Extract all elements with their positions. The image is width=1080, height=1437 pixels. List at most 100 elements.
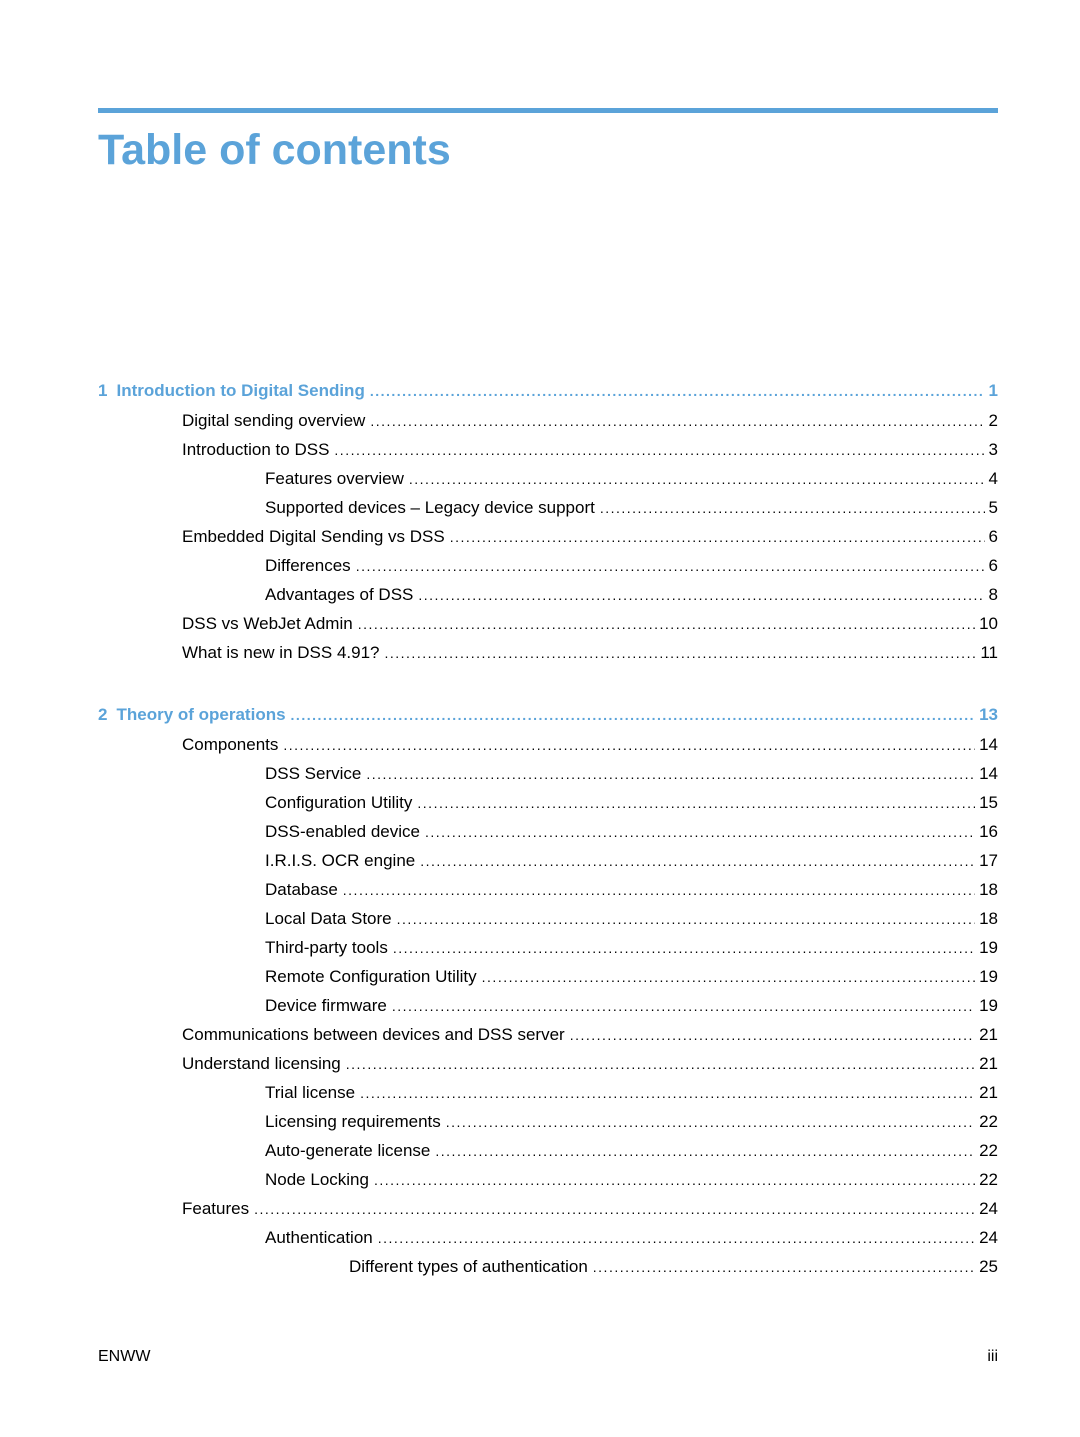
toc-dot-leader — [370, 376, 985, 406]
toc-entry-link[interactable]: DSS Service 14 — [98, 759, 998, 788]
toc-dot-leader — [283, 731, 975, 759]
toc-page-number: 6 — [988, 556, 998, 575]
toc-chapter-number: 1 — [98, 381, 108, 400]
toc-entry-title: Different types of authentication — [349, 1257, 588, 1276]
toc-entry-title: Remote Configuration Utility — [265, 967, 477, 986]
toc-dot-leader — [397, 905, 975, 933]
toc-page-number: 19 — [979, 996, 998, 1015]
toc-entry-link[interactable]: Auto-generate license 22 — [98, 1136, 998, 1165]
toc-page-number: 4 — [988, 469, 998, 488]
toc-entry-link[interactable]: Introduction to DSS 3 — [98, 435, 998, 464]
toc-dot-leader — [570, 1021, 975, 1049]
toc-dot-leader — [378, 1224, 975, 1252]
toc-page-number: 14 — [979, 735, 998, 754]
toc-dot-leader — [425, 818, 975, 846]
toc-dot-leader — [593, 1253, 975, 1281]
toc-entry-link[interactable]: Trial license 21 — [98, 1078, 998, 1107]
toc-dot-leader — [450, 523, 985, 551]
toc-page-number: 22 — [979, 1170, 998, 1189]
toc-page-number: 15 — [979, 793, 998, 812]
toc-dot-leader — [334, 436, 984, 464]
toc-entry-link[interactable]: I.R.I.S. OCR engine 17 — [98, 846, 998, 875]
toc-chapter-title: 2 Theory of operations — [98, 700, 291, 730]
toc-entry-link[interactable]: Supported devices – Legacy device suppor… — [98, 493, 998, 522]
toc-dot-leader — [358, 610, 975, 638]
toc-dot-leader — [360, 1079, 975, 1107]
toc-entry-link[interactable]: Advantages of DSS 8 — [98, 580, 998, 609]
toc-entry-link[interactable]: Components 14 — [98, 730, 998, 759]
toc-chapter-label: Theory of operations — [116, 705, 286, 724]
toc-dot-leader — [366, 760, 975, 788]
toc-chapter-link[interactable]: 1 Introduction to Digital Sending 1 — [98, 376, 998, 406]
toc-entry-title: Differences — [265, 556, 351, 575]
toc-entry-title: Device firmware — [265, 996, 387, 1015]
toc-dot-leader — [600, 494, 985, 522]
toc-dot-leader — [343, 876, 975, 904]
toc-entry-link[interactable]: Local Data Store 18 — [98, 904, 998, 933]
toc-dot-leader — [384, 639, 976, 667]
toc-entry-title: Third-party tools — [265, 938, 388, 957]
toc-dot-leader — [417, 789, 975, 817]
toc-entry-link[interactable]: Remote Configuration Utility 19 — [98, 962, 998, 991]
toc-dot-leader — [346, 1050, 975, 1078]
toc-entry-link[interactable]: Configuration Utility 15 — [98, 788, 998, 817]
toc-entry-title: Authentication — [265, 1228, 373, 1247]
toc-entry-title: What is new in DSS 4.91? — [182, 643, 380, 662]
toc-dot-leader — [409, 465, 985, 493]
toc-page-number: 18 — [979, 909, 998, 928]
toc-entry-title: Features overview — [265, 469, 404, 488]
toc-page-number: 24 — [979, 1199, 998, 1218]
toc-entry-link[interactable]: DSS-enabled device 16 — [98, 817, 998, 846]
toc-page-number: 21 — [979, 1054, 998, 1073]
toc-entry-title: Licensing requirements — [265, 1112, 441, 1131]
toc-entry-link[interactable]: Embedded Digital Sending vs DSS 6 — [98, 522, 998, 551]
toc-page-number: 21 — [979, 1025, 998, 1044]
toc-chapter-title: 1 Introduction to Digital Sending — [98, 376, 370, 406]
toc-entry-title: Digital sending overview — [182, 411, 366, 430]
toc-page-number: 14 — [979, 764, 998, 783]
toc-dot-leader — [356, 552, 985, 580]
toc-chapter-label: Introduction to Digital Sending — [116, 381, 365, 400]
toc-page-number: 19 — [979, 967, 998, 986]
toc-entry-link[interactable]: Communications between devices and DSS s… — [98, 1020, 998, 1049]
toc-dot-leader — [420, 847, 975, 875]
toc-entry-link[interactable]: Different types of authentication 25 — [98, 1252, 998, 1281]
toc-entry-title: Local Data Store — [265, 909, 392, 928]
toc-dot-leader — [291, 700, 976, 730]
toc-entry-title: DSS-enabled device — [265, 822, 420, 841]
toc-dot-leader — [393, 934, 975, 962]
toc-entry-link[interactable]: Digital sending overview 2 — [98, 406, 998, 435]
toc-page-number: 3 — [988, 440, 998, 459]
toc-entry-title: Auto-generate license — [265, 1141, 431, 1160]
toc-entry-link[interactable]: Licensing requirements 22 — [98, 1107, 998, 1136]
toc-entry-link[interactable]: Device firmware 19 — [98, 991, 998, 1020]
toc-page-number: 1 — [988, 381, 998, 400]
toc-entry-link[interactable]: Third-party tools 19 — [98, 933, 998, 962]
toc-entry-link[interactable]: Features overview 4 — [98, 464, 998, 493]
toc-page-number: 10 — [979, 614, 998, 633]
toc-entry-link[interactable]: What is new in DSS 4.91? 11 — [98, 638, 998, 667]
toc-entry-title: DSS vs WebJet Admin — [182, 614, 353, 633]
toc-entry-link[interactable]: Understand licensing 21 — [98, 1049, 998, 1078]
toc-entry-title: Advantages of DSS — [265, 585, 414, 604]
toc-page-number: 25 — [979, 1257, 998, 1276]
toc-entry-link[interactable]: Database 18 — [98, 875, 998, 904]
toc-entry-title: Node Locking — [265, 1170, 369, 1189]
toc-entry-link[interactable]: Authentication 24 — [98, 1223, 998, 1252]
toc-entry-title: Features — [182, 1199, 250, 1218]
toc-page-number: 19 — [979, 938, 998, 957]
toc-page-number: 11 — [980, 643, 998, 662]
toc-dot-leader — [392, 992, 975, 1020]
toc-dot-leader — [482, 963, 975, 991]
toc-dot-leader — [435, 1137, 975, 1165]
toc-page-number: 22 — [979, 1112, 998, 1131]
toc-entry-link[interactable]: Node Locking 22 — [98, 1165, 998, 1194]
toc-entry-title: Supported devices – Legacy device suppor… — [265, 498, 595, 517]
header-rule — [98, 108, 998, 113]
toc-entry-link[interactable]: Differences 6 — [98, 551, 998, 580]
toc-page-number: 21 — [979, 1083, 998, 1102]
toc-chapter-link[interactable]: 2 Theory of operations 13 — [98, 700, 998, 730]
page-title: Table of contents — [98, 126, 451, 174]
toc-entry-link[interactable]: DSS vs WebJet Admin 10 — [98, 609, 998, 638]
toc-entry-link[interactable]: Features 24 — [98, 1194, 998, 1223]
